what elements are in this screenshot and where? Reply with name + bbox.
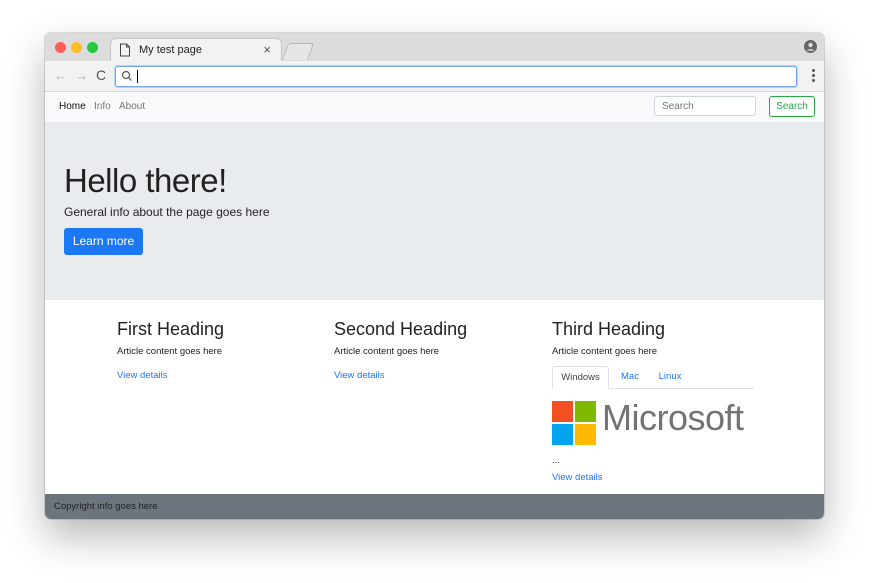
text-cursor bbox=[137, 70, 138, 83]
view-details-link[interactable]: View details bbox=[552, 472, 603, 483]
search-input[interactable] bbox=[654, 96, 756, 116]
profile-icon[interactable] bbox=[804, 40, 817, 53]
close-tab-icon[interactable]: × bbox=[263, 42, 271, 57]
tab-windows[interactable]: Windows bbox=[552, 366, 609, 389]
back-button[interactable]: ← bbox=[54, 68, 67, 83]
search-button[interactable]: Search bbox=[769, 96, 815, 117]
column-text: Article content goes here bbox=[117, 346, 223, 357]
maximize-window-button[interactable] bbox=[87, 42, 98, 53]
column-text: Article content goes here bbox=[552, 346, 658, 357]
web-page: Home Info About Search Hello there! Gene… bbox=[45, 92, 824, 519]
browser-window: My test page × ← → C Home Info About Sea… bbox=[45, 33, 824, 519]
column-third: Third Heading Article content goes here … bbox=[552, 319, 757, 483]
column-heading: Second Heading bbox=[334, 319, 468, 339]
view-details-link[interactable]: View details bbox=[117, 370, 168, 381]
tab-title: My test page bbox=[139, 44, 202, 56]
nav-link-about[interactable]: About bbox=[119, 101, 145, 112]
column-heading: First Heading bbox=[117, 319, 225, 339]
lead-text: General info about the page goes here bbox=[64, 205, 270, 219]
learn-more-button[interactable]: Learn more bbox=[64, 228, 143, 255]
browser-tab[interactable]: My test page × bbox=[111, 39, 281, 61]
page-title: Hello there! bbox=[64, 162, 227, 199]
reload-button[interactable]: C bbox=[96, 67, 106, 83]
os-tabs: Windows Mac Linux bbox=[552, 366, 754, 389]
microsoft-logo-text: Microsoft bbox=[602, 397, 744, 438]
ellipsis-text: ... bbox=[552, 455, 560, 465]
title-bar: My test page × bbox=[45, 33, 824, 61]
tab-linux[interactable]: Linux bbox=[650, 366, 690, 388]
new-tab-button[interactable] bbox=[281, 43, 315, 60]
column-heading: Third Heading bbox=[552, 319, 666, 339]
tab-mac[interactable]: Mac bbox=[610, 366, 650, 388]
browser-toolbar: ← → C bbox=[45, 61, 824, 92]
forward-button[interactable]: → bbox=[75, 68, 88, 83]
site-footer: Copyright info goes here bbox=[45, 494, 824, 519]
jumbotron: Hello there! General info about the page… bbox=[45, 122, 824, 300]
column-text: Article content goes here bbox=[334, 346, 440, 357]
address-bar[interactable] bbox=[115, 66, 797, 87]
search-icon bbox=[121, 70, 132, 81]
nav-link-home[interactable]: Home bbox=[59, 101, 86, 112]
microsoft-logo-icon bbox=[552, 401, 596, 445]
menu-icon[interactable] bbox=[812, 69, 815, 84]
document-icon bbox=[120, 43, 130, 57]
nav-link-info[interactable]: Info bbox=[94, 101, 111, 112]
column-second: Second Heading Article content goes here… bbox=[334, 319, 524, 381]
footer-text: Copyright info goes here bbox=[54, 501, 158, 512]
close-window-button[interactable] bbox=[55, 42, 66, 53]
site-navbar: Home Info About Search bbox=[45, 92, 824, 122]
column-first: First Heading Article content goes here … bbox=[117, 319, 307, 381]
view-details-link[interactable]: View details bbox=[334, 370, 385, 381]
minimize-window-button[interactable] bbox=[71, 42, 82, 53]
